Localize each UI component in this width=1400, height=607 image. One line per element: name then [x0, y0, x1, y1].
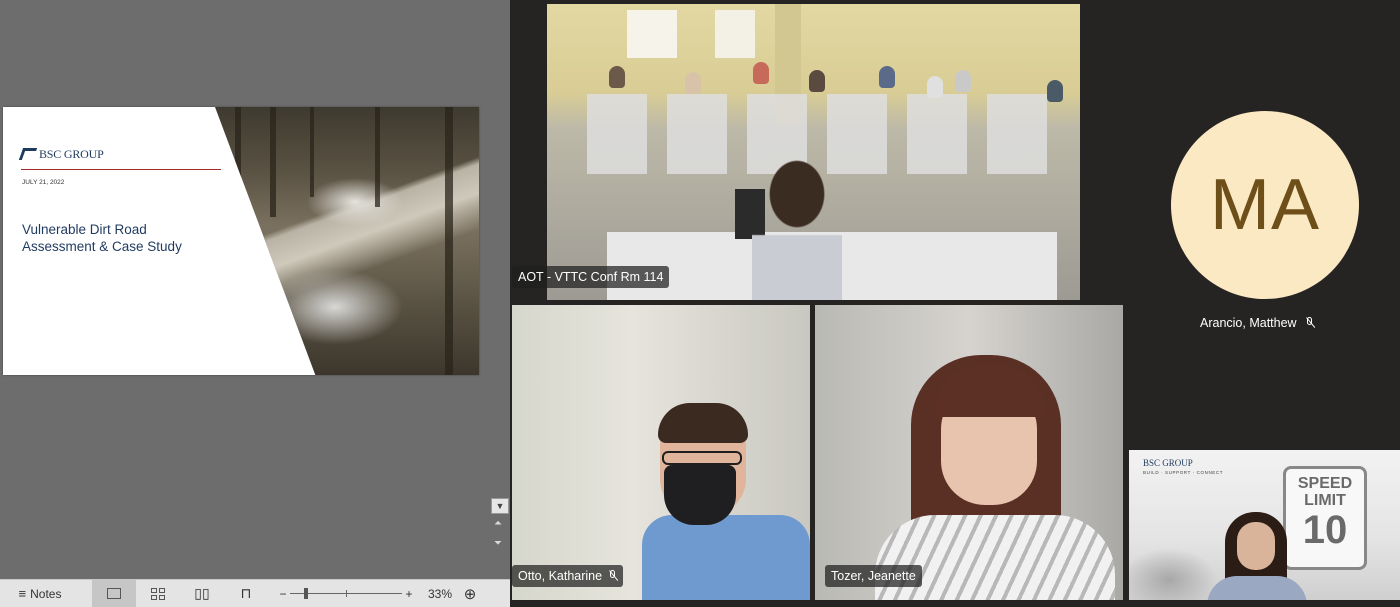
scroll-down-button[interactable]: ▼: [491, 498, 509, 514]
slide-show-icon: ⊓: [240, 585, 252, 601]
attendee: [1047, 80, 1063, 102]
video-tile-tozer[interactable]: Tozer, Jeanette: [815, 305, 1123, 600]
attendee: [955, 70, 971, 92]
previous-slide-button[interactable]: ⏶: [494, 518, 502, 529]
notes-label: Notes: [30, 586, 62, 601]
normal-view-icon: [107, 588, 121, 599]
presenter-back: [752, 154, 842, 300]
participant-name: Tozer, Jeanette: [831, 569, 916, 583]
participant-name-tag: AOT - VTTC Conf Rm 114: [512, 266, 670, 288]
bsc-tagline: BUILD · SUPPORT · CONNECT: [1143, 470, 1224, 475]
participant-name: Arancio, Matthew: [1200, 316, 1297, 330]
zoom-in-button[interactable]: +: [402, 580, 416, 607]
slide-photo-dirt-road: [215, 107, 479, 375]
tree-trunk: [445, 107, 453, 375]
slide-date: JULY 21, 2022: [22, 179, 65, 186]
person-hair: [658, 403, 748, 443]
tree-trunk: [270, 107, 276, 217]
glasses: [662, 451, 742, 465]
presentation-pane: BSC GROUP JULY 21, 2022 Vulnerable Dirt …: [0, 0, 510, 607]
video-tile-otto[interactable]: Otto, Katharine: [512, 305, 810, 600]
mic-off-icon: [1305, 317, 1314, 329]
slide-show-button[interactable]: ⊓: [224, 580, 268, 607]
tree-trunk: [235, 107, 241, 227]
room-window: [715, 10, 755, 58]
attendee: [927, 76, 943, 98]
tree-trunk: [375, 107, 380, 207]
zoom-out-button[interactable]: −: [276, 580, 290, 607]
attendee: [879, 66, 895, 88]
person-shirt: [875, 515, 1115, 600]
participant-name-tag: Arancio, Matthew: [1200, 316, 1314, 330]
zoom-slider[interactable]: [290, 580, 402, 607]
mic-off-icon: [608, 570, 617, 582]
room-window: [627, 10, 677, 58]
zoom-level[interactable]: 33%: [422, 580, 458, 607]
avatar: MA: [1171, 111, 1359, 299]
attendee: [685, 72, 701, 94]
normal-view-button[interactable]: [92, 580, 136, 607]
attendee: [609, 66, 625, 88]
person-face: [1237, 522, 1275, 570]
bsc-group-logo: BSC GROUP: [1143, 458, 1193, 468]
slide-title-line2: Assessment & Case Study: [22, 239, 182, 254]
face-mask: [664, 465, 736, 525]
slide-title: Vulnerable Dirt Road Assessment & Case S…: [22, 221, 222, 255]
status-bar: ≡ Notes ▯▯ ⊓ − + 33% ⊕: [0, 579, 510, 607]
tree-trunk: [310, 107, 314, 197]
participant-name: Otto, Katharine: [518, 569, 603, 583]
participant-name: AOT - VTTC Conf Rm 114: [518, 270, 664, 284]
slide-canvas[interactable]: BSC GROUP JULY 21, 2022 Vulnerable Dirt …: [3, 107, 479, 375]
participant-name-tag: Otto, Katharine: [512, 565, 624, 587]
bsc-logo-text: BSC GROUP: [39, 146, 104, 161]
sign-number: 10: [1302, 508, 1348, 552]
next-slide-button[interactable]: ⏷: [494, 538, 502, 549]
reading-view-button[interactable]: ▯▯: [180, 580, 224, 607]
slide-sorter-icon: [151, 587, 165, 600]
attendee: [753, 62, 769, 84]
speed-limit-sign: SPEED LIMIT 10: [1283, 466, 1367, 570]
notes-icon: ≡: [18, 586, 27, 601]
bsc-logo-mark-icon: [18, 148, 38, 160]
slide-sorter-button[interactable]: [136, 580, 180, 607]
person-shirt: [1207, 576, 1307, 600]
participant-name-tag: Tozer, Jeanette: [825, 565, 922, 587]
slide-title-line1: Vulnerable Dirt Road: [22, 222, 147, 237]
slide-divider: [21, 169, 221, 170]
notes-button[interactable]: ≡ Notes: [0, 580, 80, 607]
bsc-group-logo: BSC GROUP: [18, 146, 104, 161]
fit-to-window-icon[interactable]: ⊕: [458, 580, 482, 607]
video-tile-bsc-background[interactable]: BSC GROUP BUILD · SUPPORT · CONNECT SPEE…: [1129, 450, 1400, 600]
sign-line2: LIMIT: [1304, 492, 1346, 509]
attendee: [809, 70, 825, 92]
sign-line1: SPEED: [1297, 475, 1353, 492]
reading-view-icon: ▯▯: [194, 585, 210, 601]
video-tile-conference-room[interactable]: [547, 4, 1080, 300]
avatar-initials: MA: [1210, 165, 1320, 245]
person-shirt: [642, 515, 810, 600]
zoom-slider-thumb[interactable]: [304, 588, 308, 599]
